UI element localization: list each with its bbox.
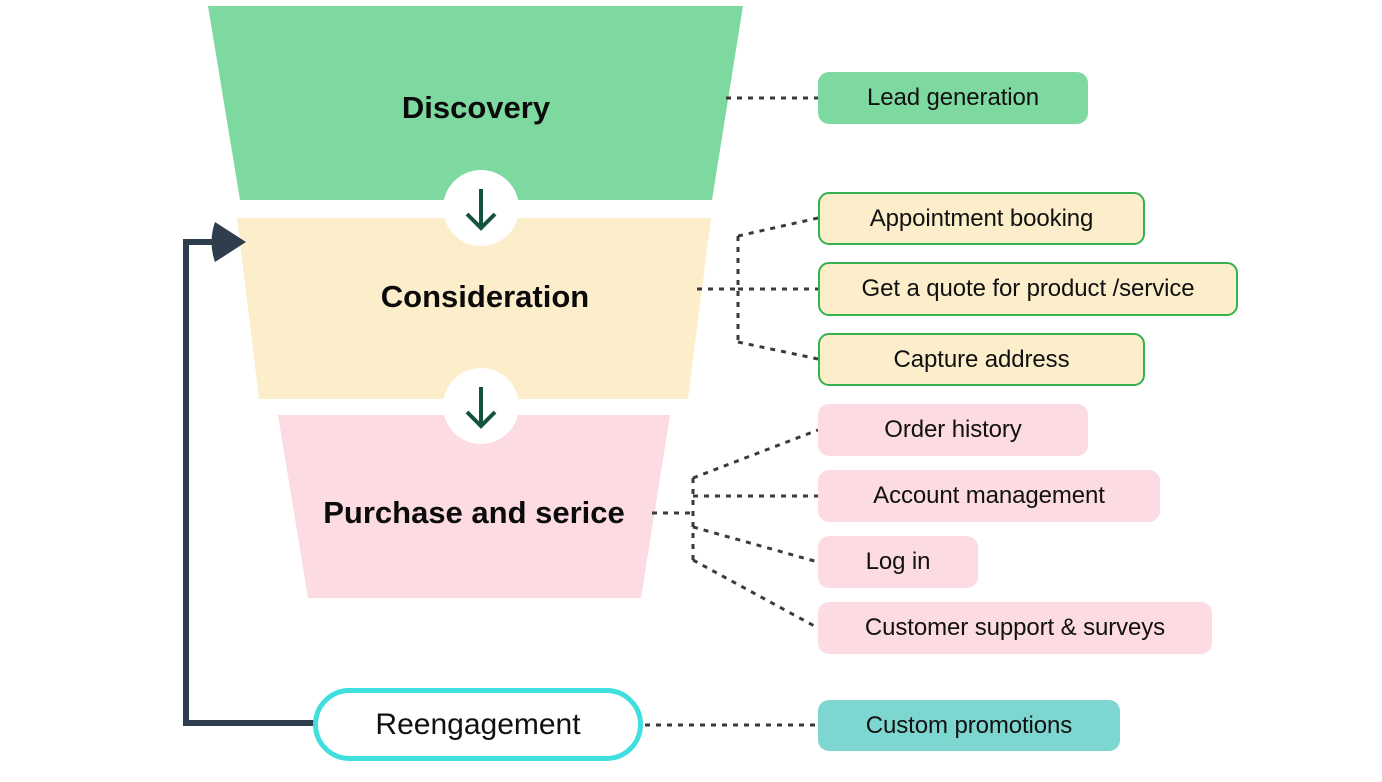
- stage-transition-badge-1: [443, 170, 519, 246]
- funnel-diagram-canvas: Discovery Consideration Purchase and ser…: [0, 0, 1382, 782]
- stage-label-discovery: Discovery: [401, 90, 551, 125]
- pill-capture-address[interactable]: Capture address: [818, 333, 1145, 386]
- stage-transition-badge-2: [443, 368, 519, 444]
- pill-lead-generation[interactable]: Lead generation: [818, 72, 1088, 124]
- pill-log-in[interactable]: Log in: [818, 536, 978, 588]
- pill-appointment-booking[interactable]: Appointment booking: [818, 192, 1145, 245]
- pill-customer-support-surveys[interactable]: Customer support & surveys: [818, 602, 1212, 654]
- pill-custom-promotions[interactable]: Custom promotions: [818, 700, 1120, 751]
- pill-account-management[interactable]: Account management: [818, 470, 1160, 522]
- pill-order-history[interactable]: Order history: [818, 404, 1088, 456]
- stage-reengagement-pill[interactable]: Reengagement: [313, 688, 643, 761]
- stage-label-purchase: Purchase and serice: [323, 495, 625, 530]
- pill-get-a-quote[interactable]: Get a quote for product /service: [818, 262, 1238, 316]
- connector-purchase: [652, 428, 819, 630]
